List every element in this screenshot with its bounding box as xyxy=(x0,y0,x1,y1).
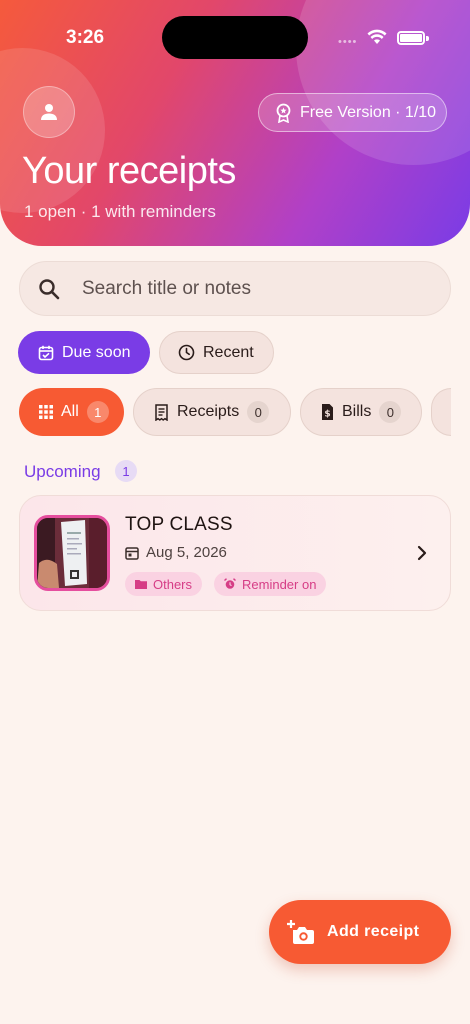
status-bar: 3:26 •••• xyxy=(0,0,470,60)
signal-icon: •••• xyxy=(338,36,358,48)
header: 3:26 •••• Free Version · 1/10 Your recei… xyxy=(0,0,470,246)
page-subtitle: 1 open · 1 with reminders xyxy=(24,202,216,221)
profile-avatar-button[interactable] xyxy=(23,86,75,138)
category-chip-all[interactable]: All 1 xyxy=(19,388,124,436)
section-count-badge: 1 xyxy=(115,460,137,482)
receipt-icon xyxy=(155,403,168,421)
category-chip-overflow[interactable] xyxy=(431,388,451,436)
plan-badge-label: Free Version · 1/10 xyxy=(300,103,437,121)
grid-icon xyxy=(39,405,53,419)
sort-chip-recent[interactable]: Recent xyxy=(159,331,274,374)
award-icon xyxy=(276,103,291,123)
chevron-right-icon xyxy=(417,545,427,561)
receipt-date: Aug 5, 2026 xyxy=(146,544,227,561)
receipt-thumbnail xyxy=(34,515,110,591)
search-placeholder: Search title or notes xyxy=(82,277,251,299)
page-title: Your receipts xyxy=(22,150,236,192)
svg-text:$: $ xyxy=(324,409,330,419)
category-tag: Others xyxy=(125,572,203,596)
plan-badge-button[interactable]: Free Version · 1/10 xyxy=(258,93,447,132)
receipt-card[interactable]: TOP CLASS Aug 5, 2026 Others Reminder on xyxy=(19,495,451,611)
category-chip-label: Receipts xyxy=(177,403,240,420)
add-receipt-label: Add receipt xyxy=(327,923,420,940)
battery-tip xyxy=(426,36,429,41)
status-time: 3:26 xyxy=(66,27,105,48)
category-chip-receipts[interactable]: Receipts 0 xyxy=(133,388,291,436)
clock-icon xyxy=(178,344,195,361)
category-count-badge: 0 xyxy=(247,401,270,423)
alarm-icon xyxy=(224,578,236,589)
receipt-photo xyxy=(37,518,107,588)
category-chip-label: Bills xyxy=(342,403,372,420)
calendar-icon xyxy=(125,546,139,560)
search-input[interactable]: Search title or notes xyxy=(19,261,451,316)
dynamic-island xyxy=(162,16,308,59)
battery-icon xyxy=(397,31,425,45)
category-count-badge: 0 xyxy=(379,401,402,423)
search-icon xyxy=(39,278,60,299)
category-chip-label: All xyxy=(61,403,79,420)
add-photo-icon xyxy=(287,920,314,944)
category-count-badge: 1 xyxy=(86,401,109,423)
reminder-tag: Reminder on xyxy=(214,572,327,596)
category-chip-bills[interactable]: $ Bills 0 xyxy=(300,388,422,436)
sort-chip-label: Recent xyxy=(203,343,254,361)
wifi-icon xyxy=(367,29,387,44)
folder-icon xyxy=(135,580,147,589)
category-tag-label: Others xyxy=(153,576,193,592)
bill-icon: $ xyxy=(322,404,333,420)
reminder-tag-label: Reminder on xyxy=(242,576,317,592)
person-icon xyxy=(41,104,57,120)
sort-chip-label: Due soon xyxy=(62,343,131,361)
section-heading: Upcoming xyxy=(24,462,101,481)
sort-chip-due-soon[interactable]: Due soon xyxy=(18,331,150,374)
add-receipt-button[interactable]: Add receipt xyxy=(269,900,451,964)
receipt-date-row: Aug 5, 2026 xyxy=(125,544,227,561)
calendar-check-icon xyxy=(38,345,54,360)
receipt-title: TOP CLASS xyxy=(125,514,233,535)
